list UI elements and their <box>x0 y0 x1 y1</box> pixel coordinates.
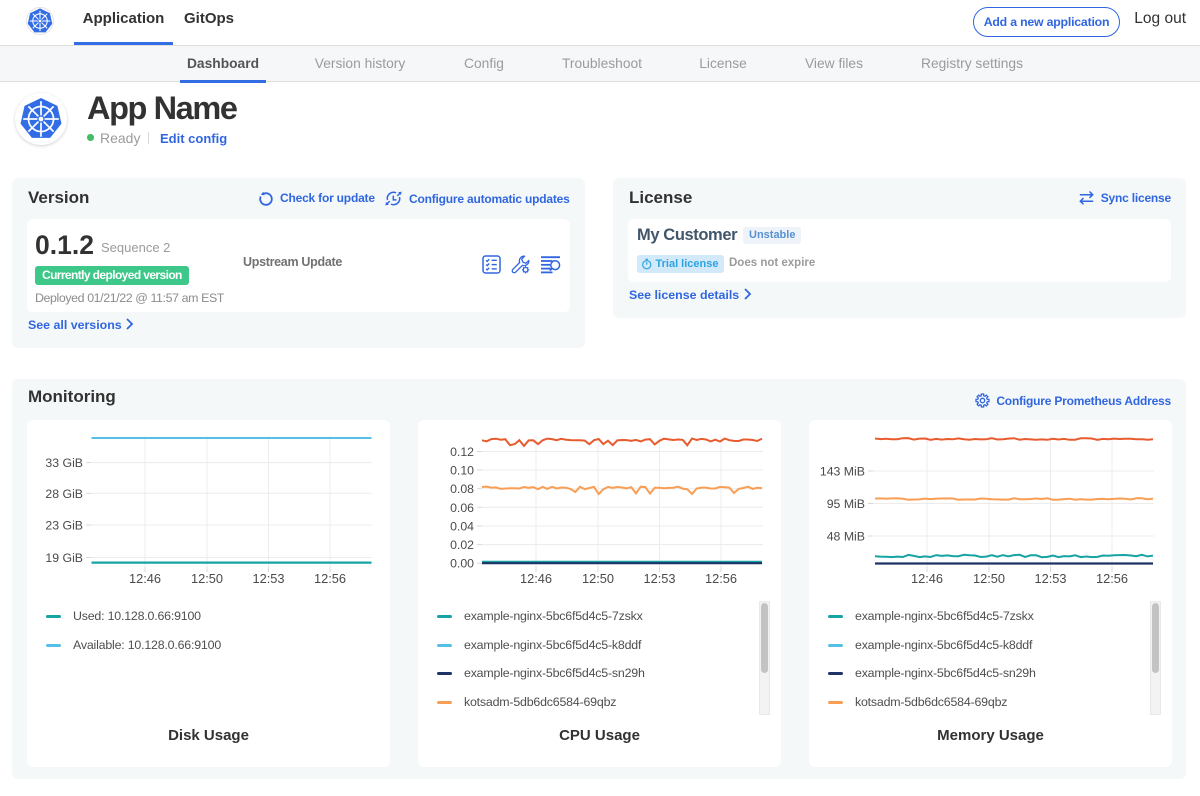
svg-text:28 GiB: 28 GiB <box>45 487 83 501</box>
svg-text:0.12: 0.12 <box>450 445 474 459</box>
svg-text:19 GiB: 19 GiB <box>45 551 83 565</box>
svg-text:12:46: 12:46 <box>911 571 943 586</box>
svg-text:12:53: 12:53 <box>643 571 675 586</box>
svg-text:95 MiB: 95 MiB <box>827 497 865 511</box>
svg-text:12:56: 12:56 <box>1096 571 1128 586</box>
svg-text:12:46: 12:46 <box>129 571 161 586</box>
svg-text:0.00: 0.00 <box>450 557 474 571</box>
svg-text:12:50: 12:50 <box>973 571 1005 586</box>
svg-text:12:50: 12:50 <box>191 571 223 586</box>
svg-text:0.06: 0.06 <box>450 501 474 515</box>
svg-text:12:50: 12:50 <box>582 571 614 586</box>
svg-text:143 MiB: 143 MiB <box>820 465 865 479</box>
svg-text:0.10: 0.10 <box>450 464 474 478</box>
svg-text:33 GiB: 33 GiB <box>45 456 83 470</box>
svg-text:0.02: 0.02 <box>450 538 474 552</box>
svg-text:23 GiB: 23 GiB <box>45 519 83 533</box>
svg-text:0.08: 0.08 <box>450 482 474 496</box>
svg-text:12:56: 12:56 <box>705 571 737 586</box>
svg-text:12:53: 12:53 <box>252 571 284 586</box>
svg-text:12:53: 12:53 <box>1034 571 1066 586</box>
svg-text:48 MiB: 48 MiB <box>827 530 865 544</box>
svg-text:0.04: 0.04 <box>450 520 474 534</box>
svg-text:12:46: 12:46 <box>520 571 552 586</box>
svg-text:12:56: 12:56 <box>314 571 346 586</box>
